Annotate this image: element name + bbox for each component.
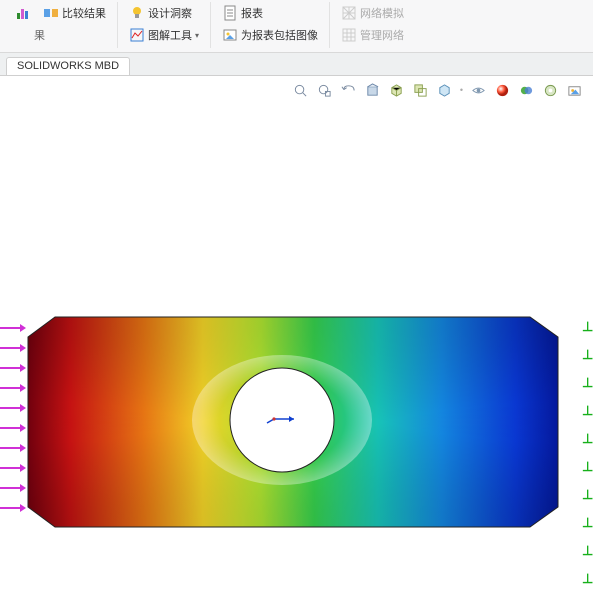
tab-solidworks-mbd[interactable]: SOLIDWORKS MBD <box>6 57 130 75</box>
scene-icon[interactable] <box>436 82 453 99</box>
force-arrow-icon <box>0 427 26 429</box>
ribbon: 比较结果 果 设计洞察 图解工具 ▾ 报表 <box>0 0 593 53</box>
section-icon[interactable] <box>364 82 381 99</box>
sub-tab-bar: SOLIDWORKS MBD <box>0 53 593 76</box>
mesh-simulate-label: 网络模拟 <box>360 5 404 21</box>
fixture-symbol-icon: ⊥ <box>582 321 592 333</box>
manage-mesh-label: 管理网络 <box>360 27 404 43</box>
zoom-fit-icon[interactable] <box>292 82 309 99</box>
fixture-symbol-icon: ⊥ <box>582 573 592 585</box>
appearance-icon[interactable] <box>494 82 511 99</box>
design-insight-button[interactable]: 设计洞察 <box>126 5 195 21</box>
compare-results-sublabel: 果 <box>34 27 45 43</box>
fixture-symbol-icon: ⊥ <box>582 349 592 361</box>
plot-tools-button[interactable]: 图解工具 ▾ <box>126 27 202 43</box>
view-toolbar: • <box>0 76 593 102</box>
render-icon[interactable] <box>518 82 535 99</box>
display-style-icon[interactable] <box>388 82 405 99</box>
plot-tools-label: 图解工具 <box>148 27 192 43</box>
force-arrow-icon <box>0 367 26 369</box>
force-arrow-icon <box>0 447 26 449</box>
fixture-symbol-icon: ⊥ <box>582 517 592 529</box>
prev-view-icon[interactable] <box>340 82 357 99</box>
include-image-label: 为报表包括图像 <box>241 27 318 43</box>
graphics-viewport[interactable]: ⊥ ⊥ ⊥ ⊥ ⊥ ⊥ ⊥ ⊥ ⊥ ⊥ ⊥ <box>0 102 593 593</box>
reports-label: 报表 <box>241 5 263 21</box>
decal-icon[interactable] <box>566 82 583 99</box>
force-arrow-icon <box>0 467 26 469</box>
ribbon-group-results: 比较结果 果 <box>4 2 118 48</box>
fixture-symbol-icon: ⊥ <box>582 461 592 473</box>
origin-triad-icon <box>264 411 298 430</box>
tab-label: SOLIDWORKS MBD <box>17 60 119 72</box>
include-image-button[interactable]: 为报表包括图像 <box>219 27 321 43</box>
compare-results-button[interactable]: 比较结果 <box>40 5 109 21</box>
compare-results-label: 比较结果 <box>62 5 106 21</box>
design-insight-label: 设计洞察 <box>148 5 192 21</box>
fixture-symbol-icon: ⊥ <box>582 405 592 417</box>
fea-result-plot <box>0 102 593 593</box>
separator: • <box>460 85 463 95</box>
shadows-icon[interactable] <box>412 82 429 99</box>
reports-button[interactable]: 报表 <box>219 5 266 21</box>
ribbon-group-mesh: 网络模拟 管理网络 <box>330 2 415 48</box>
force-arrow-icon <box>0 487 26 489</box>
manage-mesh-button: 管理网络 <box>338 27 407 43</box>
force-arrow-icon <box>0 407 26 409</box>
force-arrow-icon <box>0 387 26 389</box>
force-arrow-icon <box>0 347 26 349</box>
settings-icon[interactable] <box>542 82 559 99</box>
ribbon-group-insight: 设计洞察 图解工具 ▾ <box>118 2 211 48</box>
left-force-arrows <box>0 327 26 509</box>
fixture-symbol-icon: ⊥ <box>582 377 592 389</box>
force-arrow-icon <box>0 327 26 329</box>
fixture-symbol-icon: ⊥ <box>582 433 592 445</box>
force-arrow-icon <box>0 507 26 509</box>
results-button[interactable] <box>12 5 34 21</box>
ribbon-group-report: 报表 为报表包括图像 <box>211 2 330 48</box>
visibility-icon[interactable] <box>470 82 487 99</box>
zoom-area-icon[interactable] <box>316 82 333 99</box>
fixture-symbol-icon: ⊥ <box>582 489 592 501</box>
mesh-simulate-button: 网络模拟 <box>338 5 407 21</box>
right-fixture-symbols: ⊥ ⊥ ⊥ ⊥ ⊥ ⊥ ⊥ ⊥ ⊥ ⊥ ⊥ <box>582 321 592 593</box>
fixture-symbol-icon: ⊥ <box>582 545 592 557</box>
